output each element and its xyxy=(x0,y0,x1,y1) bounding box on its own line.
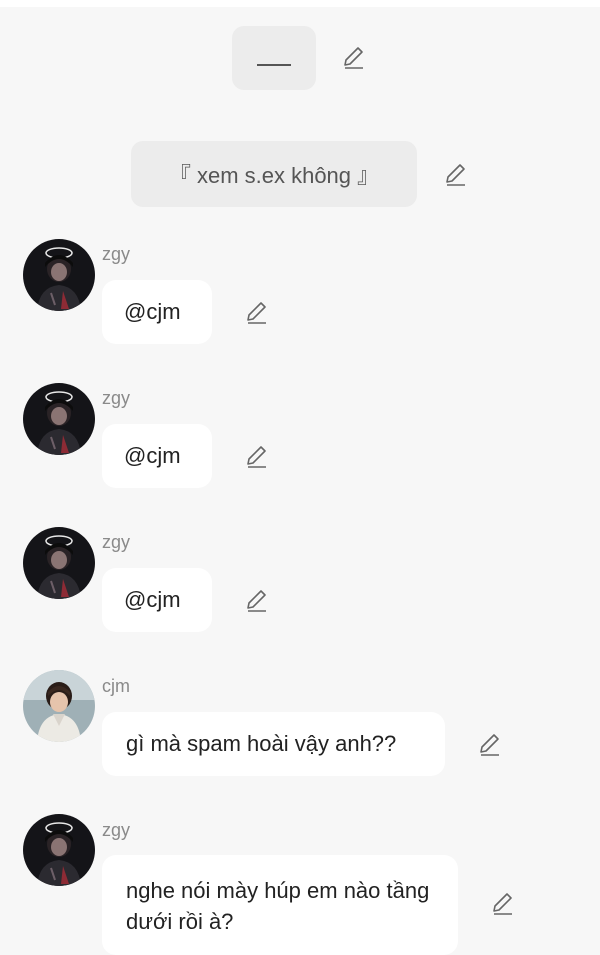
sender-name: zgy xyxy=(102,820,131,840)
edit-icon[interactable] xyxy=(244,299,270,325)
system-message-text: 『 xem s.ex không 』 xyxy=(168,163,380,188)
message-bubble[interactable]: nghe nói mày húp em nào tầng dưới rồi à? xyxy=(102,855,458,955)
system-message[interactable]: 『 xem s.ex không 』 xyxy=(131,141,417,207)
sender-name: zgy xyxy=(102,244,131,264)
message-bubble[interactable]: @cjm xyxy=(102,568,212,632)
message-text: gì mà spam hoài vậy anh?? xyxy=(126,731,397,756)
edit-icon[interactable] xyxy=(490,890,516,916)
edit-icon[interactable] xyxy=(477,731,503,757)
message-text: @cjm xyxy=(124,443,181,468)
edit-icon[interactable] xyxy=(244,587,270,613)
zgy-avatar[interactable] xyxy=(23,527,95,599)
sender-name: zgy xyxy=(102,388,131,408)
zgy-avatar[interactable] xyxy=(23,383,95,455)
message-bubble[interactable]: @cjm xyxy=(102,424,212,488)
placeholder-dash xyxy=(257,64,291,66)
zgy-avatar[interactable] xyxy=(23,239,95,311)
edit-icon[interactable] xyxy=(244,443,270,469)
top-edge xyxy=(0,0,600,7)
cjm-avatar[interactable] xyxy=(23,670,95,742)
edit-icon[interactable] xyxy=(443,161,469,187)
message-text: nghe nói mày húp em nào tầng dưới rồi à? xyxy=(126,878,430,934)
message-text: @cjm xyxy=(124,299,181,324)
zgy-avatar[interactable] xyxy=(23,814,95,886)
message-text: @cjm xyxy=(124,587,181,612)
message-bubble[interactable]: @cjm xyxy=(102,280,212,344)
edit-icon[interactable] xyxy=(341,44,367,70)
sender-name: cjm xyxy=(102,676,130,696)
system-message-placeholder[interactable] xyxy=(232,26,316,90)
sender-name: zgy xyxy=(102,532,131,552)
message-bubble[interactable]: gì mà spam hoài vậy anh?? xyxy=(102,712,445,776)
